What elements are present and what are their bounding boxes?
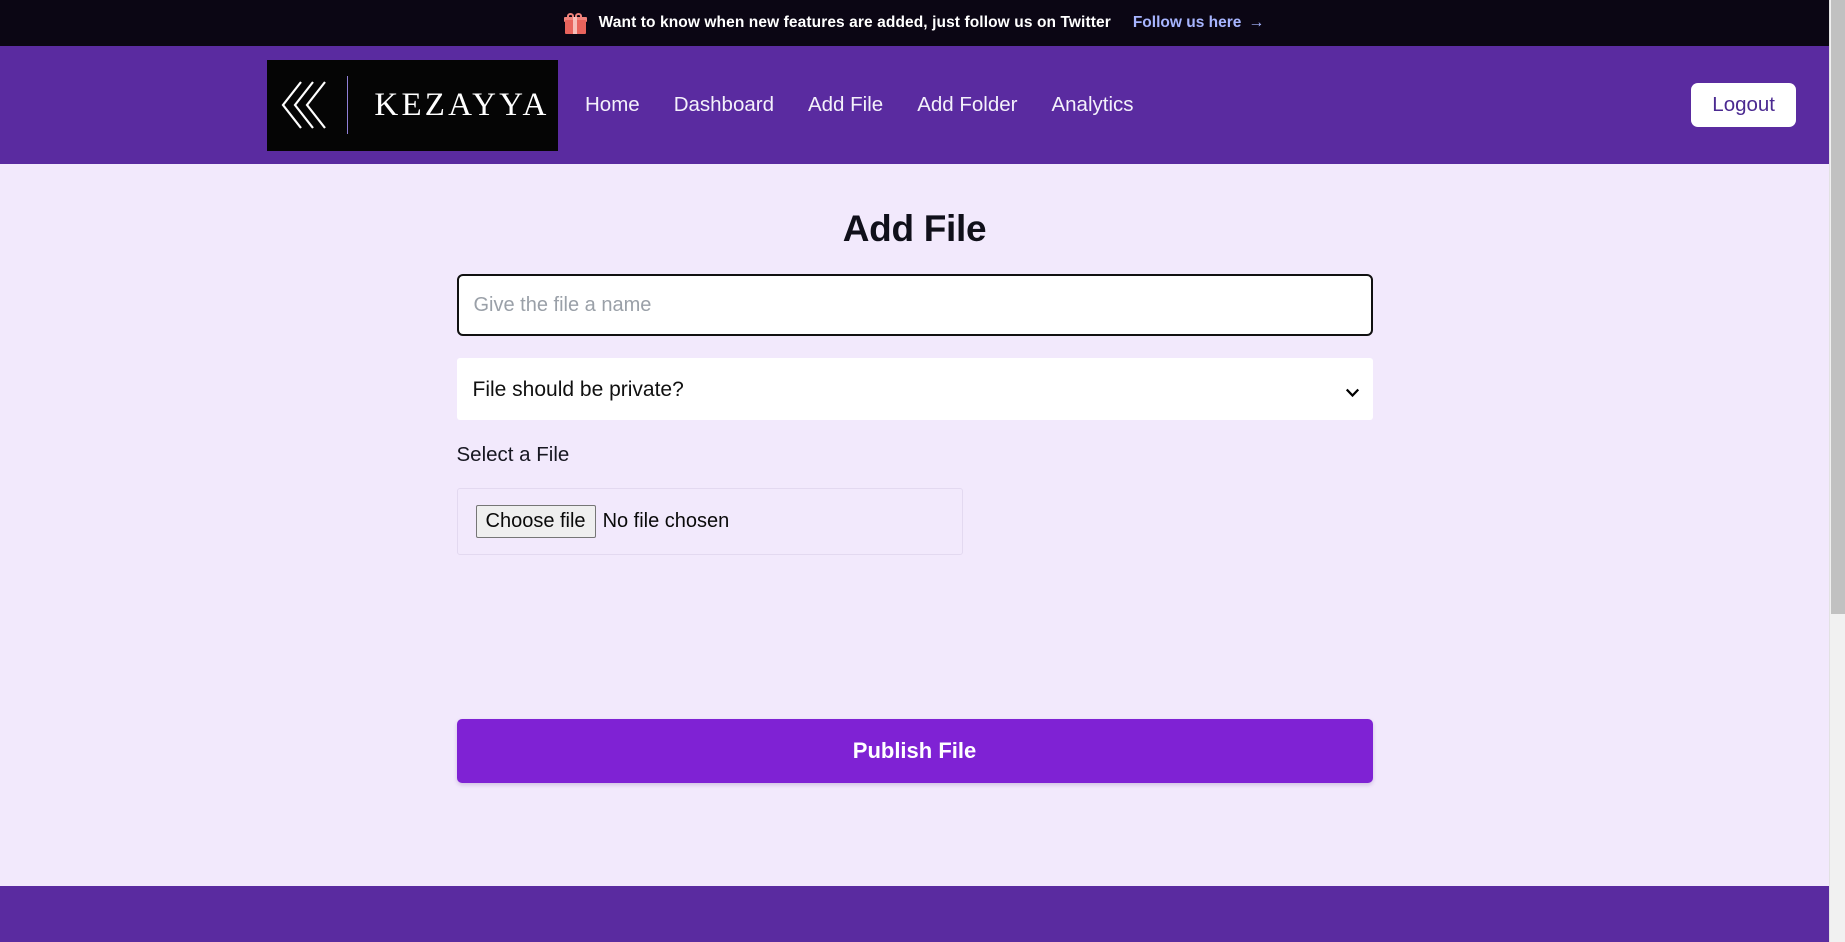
announcement-inner: Want to know when new features are added… <box>563 12 1265 34</box>
follow-us-label: Follow us here <box>1132 14 1242 31</box>
file-picker-container[interactable]: Choose file No file chosen <box>456 488 963 555</box>
browser-viewport: Want to know when new features are added… <box>0 0 1845 942</box>
add-file-form: File should be private? Yes No Select a … <box>456 274 1373 783</box>
brand-wordmark: KEZAYYA <box>374 86 550 123</box>
follow-us-link[interactable]: Follow us here → <box>1133 14 1265 32</box>
announcement-bar: Want to know when new features are added… <box>0 0 1829 46</box>
navbar-left: KEZAYYA Home Dashboard Add File Add Fold… <box>267 59 1134 151</box>
main-navbar: KEZAYYA Home Dashboard Add File Add Fold… <box>0 46 1829 164</box>
triple-chevron-left-icon <box>271 76 333 134</box>
nav-link-home[interactable]: Home <box>585 93 640 117</box>
select-file-label: Select a File <box>456 443 570 466</box>
file-name-input[interactable] <box>456 274 1373 336</box>
logout-button[interactable]: Logout <box>1691 82 1796 128</box>
nav-link-add-folder[interactable]: Add Folder <box>917 93 1017 117</box>
page-title: Add File <box>842 208 987 249</box>
file-input-row: Choose file No file chosen <box>475 505 730 538</box>
gift-icon <box>563 12 587 34</box>
announcement-text: Want to know when new features are added… <box>598 14 1111 31</box>
logo-divider <box>347 76 349 134</box>
file-status-text: No file chosen <box>602 510 730 532</box>
navbar-links: Home Dashboard Add File Add Folder Analy… <box>585 93 1134 117</box>
navbar-right: Logout <box>1691 82 1796 128</box>
vertical-scrollbar[interactable] <box>1829 0 1845 942</box>
arrow-right-icon: → <box>1248 14 1265 31</box>
nav-link-analytics[interactable]: Analytics <box>1051 93 1133 117</box>
site-footer <box>0 886 1829 942</box>
nav-link-add-file[interactable]: Add File <box>808 93 883 117</box>
announcement-message: Want to know when new features are added… <box>563 12 1111 34</box>
choose-file-button[interactable]: Choose file <box>475 505 596 538</box>
publish-file-button[interactable]: Publish File <box>456 719 1373 783</box>
privacy-select-wrapper: File should be private? Yes No <box>456 358 1373 420</box>
scrollbar-thumb[interactable] <box>1831 0 1845 614</box>
brand-logo[interactable]: KEZAYYA <box>267 59 558 151</box>
nav-link-dashboard[interactable]: Dashboard <box>674 93 774 117</box>
main-content: Add File File should be private? Yes No <box>0 164 1829 886</box>
page-content: Want to know when new features are added… <box>0 0 1829 942</box>
privacy-select[interactable]: File should be private? Yes No <box>456 358 1373 420</box>
